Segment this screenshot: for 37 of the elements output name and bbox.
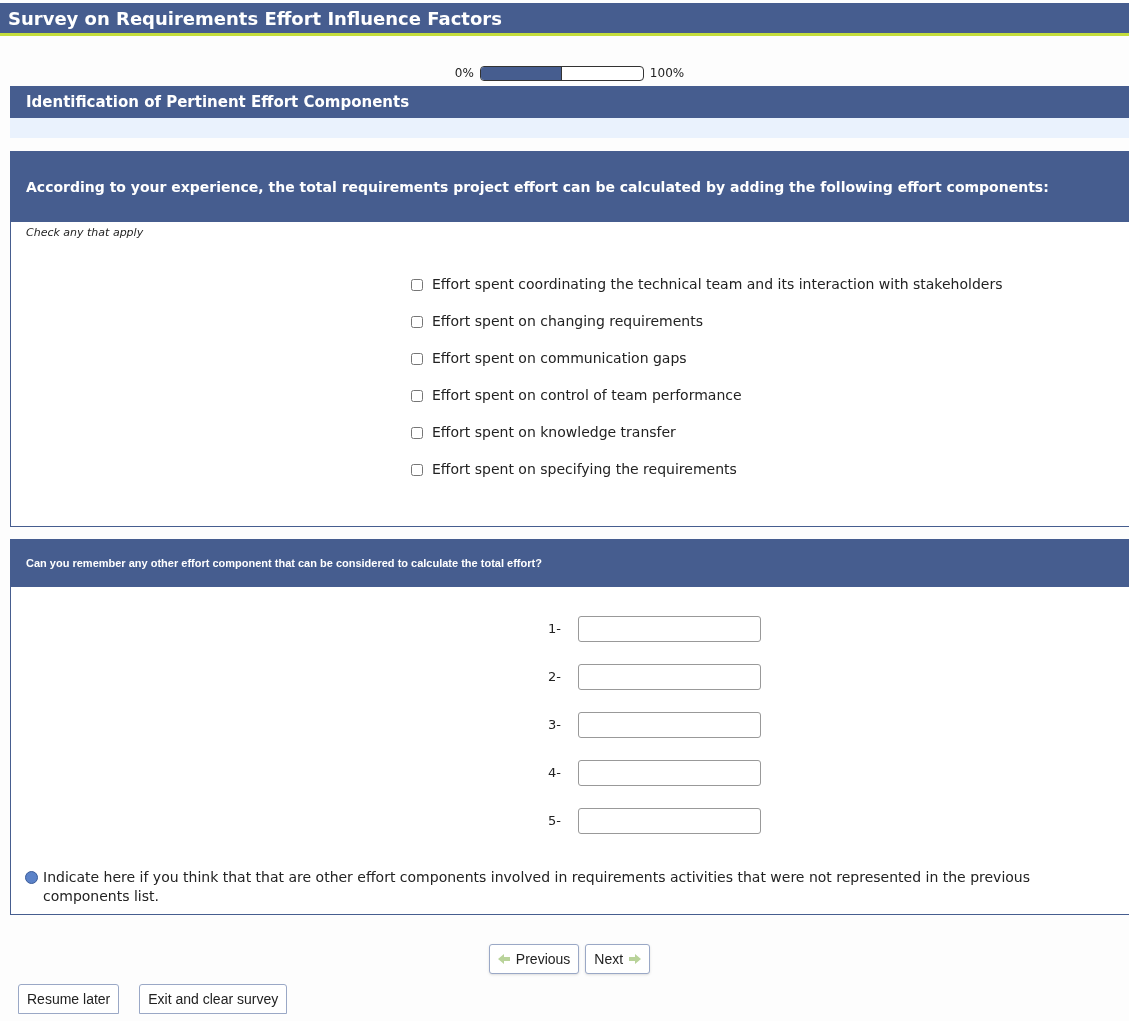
footer-button[interactable]: Resume later	[18, 984, 120, 1014]
checkbox[interactable]	[411, 315, 423, 328]
question-text: Can you remember any other effort component that can be considered to calculate the total effort?	[26, 556, 542, 572]
progress-end-label: 100%	[649, 65, 685, 82]
help-icon	[25, 871, 38, 884]
input-field[interactable]	[578, 664, 761, 690]
previous-button[interactable]: Previous	[488, 944, 580, 974]
option-label: Effort spent on changing requirements	[432, 312, 703, 331]
option-label: Effort spent coordinating the technical team and its interaction with stakeholders	[432, 275, 1003, 294]
input-field[interactable]	[578, 712, 761, 738]
option-label: Effort spent on specifying the requirements	[432, 460, 737, 479]
option-label: Effort spent on knowledge transfer	[432, 423, 676, 442]
field-number: 3-	[547, 716, 561, 735]
next-button[interactable]: Next	[585, 944, 651, 974]
field-number: 2-	[547, 668, 561, 687]
input-field[interactable]	[578, 808, 761, 834]
option-label: Effort spent on communication gaps	[432, 349, 687, 368]
checkbox[interactable]	[411, 463, 423, 476]
footer-button[interactable]: Exit and clear survey	[139, 984, 288, 1014]
progress-start-label: 0%	[454, 65, 474, 82]
checkbox[interactable]	[411, 278, 423, 291]
field-number: 1-	[547, 620, 561, 639]
survey-title: Survey on Requirements Effort Influence Factors	[8, 6, 502, 31]
section-title: Identification of Pertinent Effort Components	[26, 91, 410, 113]
question-hint: Check any that apply	[25, 225, 145, 241]
field-number: 5-	[547, 812, 561, 831]
field-number: 4-	[547, 764, 561, 783]
input-field[interactable]	[578, 616, 761, 642]
option-label: Effort spent on control of team performance	[432, 386, 742, 405]
checkbox[interactable]	[411, 426, 423, 439]
question-text: According to your experience, the total requirements project effort can be calculated by adding the following effort components:	[26, 178, 1049, 196]
left-arrow-icon	[497, 954, 510, 964]
checkbox[interactable]	[411, 352, 423, 365]
input-field[interactable]	[578, 760, 761, 786]
right-arrow-icon	[629, 954, 642, 964]
help-text: Indicate here if you think that that are other effort components involved in requirements activities that were not represented in the previous components list.	[43, 868, 1031, 906]
checkbox[interactable]	[411, 389, 423, 402]
